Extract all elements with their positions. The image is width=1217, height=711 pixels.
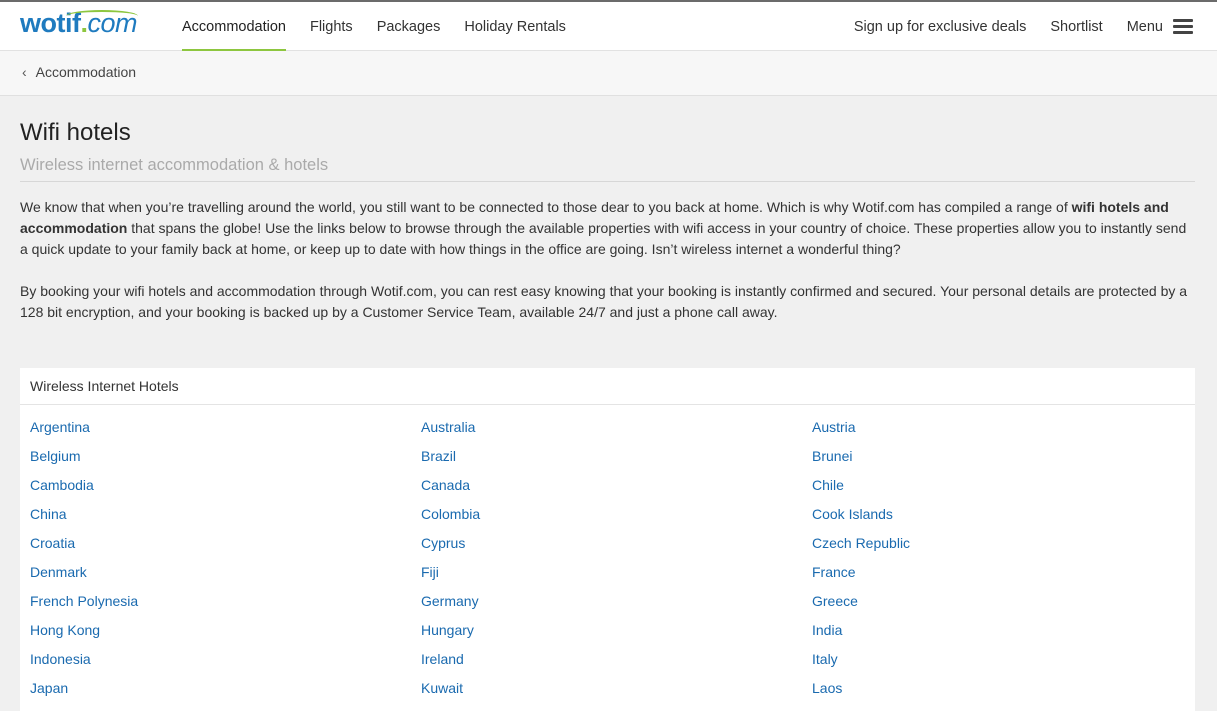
- country-link-india[interactable]: India: [812, 621, 1203, 639]
- country-link-china[interactable]: China: [30, 505, 421, 523]
- nav-packages[interactable]: Packages: [365, 2, 453, 51]
- breadcrumb[interactable]: ‹ Accommodation: [22, 64, 136, 80]
- country-link-fiji[interactable]: Fiji: [421, 563, 812, 581]
- logo-arc-icon: [66, 10, 138, 22]
- exclusive-deals-link[interactable]: Sign up for exclusive deals: [842, 2, 1039, 51]
- country-link-belgium[interactable]: Belgium: [30, 447, 421, 465]
- booking-paragraph: By booking your wifi hotels and accommod…: [20, 283, 1188, 320]
- chevron-left-icon: ‹: [22, 64, 27, 80]
- menu-label: Menu: [1126, 18, 1163, 35]
- country-link-germany[interactable]: Germany: [421, 592, 812, 610]
- country-link-france[interactable]: France: [812, 563, 1203, 581]
- secondary-nav: Sign up for exclusive deals Shortlist Me…: [842, 2, 1205, 51]
- nav-holiday-rentals[interactable]: Holiday Rentals: [452, 2, 578, 51]
- country-link-canada[interactable]: Canada: [421, 476, 812, 494]
- country-link-croatia[interactable]: Croatia: [30, 534, 421, 552]
- country-link-japan[interactable]: Japan: [30, 679, 421, 697]
- breadcrumb-label: Accommodation: [35, 64, 137, 80]
- hamburger-icon: [1173, 16, 1193, 37]
- country-link-czech-republic[interactable]: Czech Republic: [812, 534, 1203, 552]
- country-link-brunei[interactable]: Brunei: [812, 447, 1203, 465]
- page-subtitle: Wireless internet accommodation & hotels: [20, 156, 1195, 182]
- panel-title: Wireless Internet Hotels: [20, 368, 1195, 405]
- country-link-argentina[interactable]: Argentina: [30, 418, 421, 436]
- country-link-cyprus[interactable]: Cyprus: [421, 534, 812, 552]
- wireless-hotels-panel: Wireless Internet Hotels Argentina Austra…: [20, 368, 1195, 711]
- country-link-hong-kong[interactable]: Hong Kong: [30, 621, 421, 639]
- country-link-colombia[interactable]: Colombia: [421, 505, 812, 523]
- country-link-australia[interactable]: Australia: [421, 418, 812, 436]
- country-link-list: Argentina Australia Austria Belgium Brazil Br…: [20, 405, 1195, 697]
- country-link-kuwait[interactable]: Kuwait: [421, 679, 812, 697]
- country-link-brazil[interactable]: Brazil: [421, 447, 812, 465]
- main-nav: Accommodation Flights Packages Holiday R…: [170, 2, 578, 52]
- country-link-ireland[interactable]: Ireland: [421, 650, 812, 668]
- intro-text-a: We know that when you’re travelling arou…: [20, 199, 1072, 215]
- country-link-hungary[interactable]: Hungary: [421, 621, 812, 639]
- menu-button[interactable]: Menu: [1115, 2, 1205, 51]
- country-link-chile[interactable]: Chile: [812, 476, 1203, 494]
- country-link-austria[interactable]: Austria: [812, 418, 1203, 436]
- country-link-laos[interactable]: Laos: [812, 679, 1203, 697]
- country-link-italy[interactable]: Italy: [812, 650, 1203, 668]
- page-title: Wifi hotels: [20, 119, 131, 146]
- shortlist-link[interactable]: Shortlist: [1038, 2, 1114, 51]
- country-link-cook-islands[interactable]: Cook Islands: [812, 505, 1203, 523]
- intro-text-b: that spans the globe! Use the links belo…: [20, 220, 1187, 257]
- main-content: Wifi hotels Wireless internet accommodat…: [20, 118, 1195, 323]
- country-link-greece[interactable]: Greece: [812, 592, 1203, 610]
- country-link-indonesia[interactable]: Indonesia: [30, 650, 421, 668]
- breadcrumb-bar: ‹ Accommodation: [0, 51, 1217, 96]
- intro-paragraph: We know that when you’re travelling arou…: [20, 197, 1195, 260]
- wotif-logo[interactable]: wotif.com: [20, 8, 138, 39]
- top-navigation-bar: wotif.com Accommodation Flights Packages…: [0, 0, 1217, 52]
- country-link-denmark[interactable]: Denmark: [30, 563, 421, 581]
- country-link-french-polynesia[interactable]: French Polynesia: [30, 592, 421, 610]
- country-link-cambodia[interactable]: Cambodia: [30, 476, 421, 494]
- nav-accommodation[interactable]: Accommodation: [170, 2, 298, 52]
- nav-flights[interactable]: Flights: [298, 2, 365, 51]
